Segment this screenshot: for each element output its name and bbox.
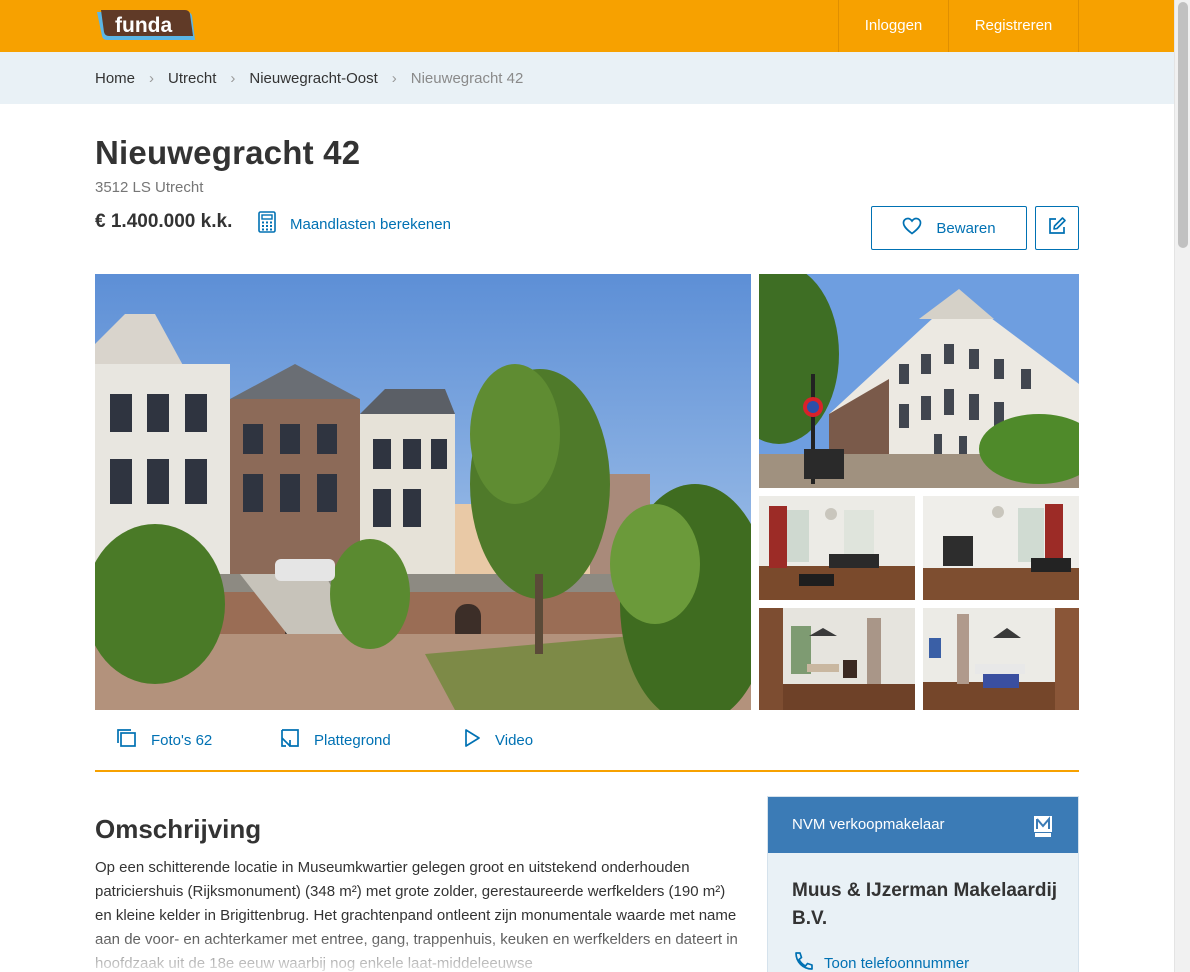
show-phone-link[interactable]: Toon telefoonnummer <box>792 951 969 972</box>
calculator-label: Maandlasten berekenen <box>290 215 451 233</box>
agent-name[interactable]: Muus & IJzerman Makelaardij B.V. <box>792 877 1062 933</box>
floorplan-icon <box>280 728 300 753</box>
logo-text: funda <box>115 14 172 37</box>
page-scrollbar[interactable] <box>1174 0 1190 972</box>
calculator-icon <box>258 210 276 238</box>
interior-photo[interactable] <box>923 608 1079 710</box>
phone-label: Toon telefoonnummer <box>824 955 970 972</box>
top-navigation-bar: funda Inloggen Registreren <box>0 0 1174 52</box>
nvm-logo-icon <box>1034 816 1052 843</box>
breadcrumb-separator-icon: › <box>230 69 236 87</box>
photos-label: Foto's 62 <box>151 732 212 749</box>
mortgage-calculator-link[interactable]: Maandlasten berekenen <box>258 210 451 238</box>
register-link[interactable]: Registreren <box>948 0 1079 52</box>
breadcrumb-current: Nieuwegracht 42 <box>410 69 524 87</box>
postal-address: 3512 LS Utrecht <box>95 179 204 196</box>
save-label: Bewaren <box>936 219 996 237</box>
description-fade-overlay <box>95 928 745 972</box>
agent-card: NVM verkoopmakelaar Muus & IJzerman Make… <box>767 796 1079 972</box>
media-tab-bar: Foto's 62 Plattegrond Video <box>95 718 1079 772</box>
breadcrumb-city[interactable]: Utrecht <box>168 70 216 87</box>
breadcrumb-separator-icon: › <box>149 69 155 87</box>
scrollbar-thumb[interactable] <box>1178 2 1188 248</box>
funda-logo[interactable]: funda <box>95 8 197 44</box>
video-tab[interactable]: Video <box>463 728 533 752</box>
edit-note-button[interactable] <box>1035 206 1079 250</box>
main-property-photo[interactable] <box>95 274 751 710</box>
breadcrumb-bar: Home › Utrecht › Nieuwegracht-Oost › Nie… <box>0 52 1174 104</box>
agent-card-header: NVM verkoopmakelaar <box>768 797 1078 853</box>
video-label: Video <box>495 731 534 749</box>
play-icon <box>463 728 481 753</box>
street-photo[interactable] <box>759 274 1079 488</box>
description-heading: Omschrijving <box>95 814 262 844</box>
photos-count: 62 <box>195 731 213 749</box>
interior-photo[interactable] <box>923 496 1079 600</box>
breadcrumb-separator-icon: › <box>391 69 397 87</box>
interior-photo[interactable] <box>759 608 915 710</box>
photos-tab[interactable]: Foto's 62 <box>115 728 212 752</box>
edit-icon <box>1047 216 1067 241</box>
breadcrumb: Home › Utrecht › Nieuwegracht-Oost › Nie… <box>95 52 523 104</box>
agent-type-label: NVM verkoopmakelaar <box>792 816 945 833</box>
interior-photo[interactable] <box>759 496 915 600</box>
breadcrumb-home[interactable]: Home <box>95 70 135 87</box>
page-title: Nieuwegracht 42 <box>95 134 361 171</box>
breadcrumb-neighbourhood[interactable]: Nieuwegracht-Oost <box>249 70 377 87</box>
photos-label-text: Foto's <box>151 731 192 749</box>
asking-price: € 1.400.000 k.k. <box>95 211 233 232</box>
heart-icon <box>902 217 922 240</box>
login-link[interactable]: Inloggen <box>838 0 948 52</box>
phone-icon <box>792 951 814 972</box>
floorplan-label: Plattegrond <box>314 731 391 749</box>
photos-icon <box>115 728 137 753</box>
save-button[interactable]: Bewaren <box>871 206 1027 250</box>
floorplan-tab[interactable]: Plattegrond <box>280 728 391 752</box>
